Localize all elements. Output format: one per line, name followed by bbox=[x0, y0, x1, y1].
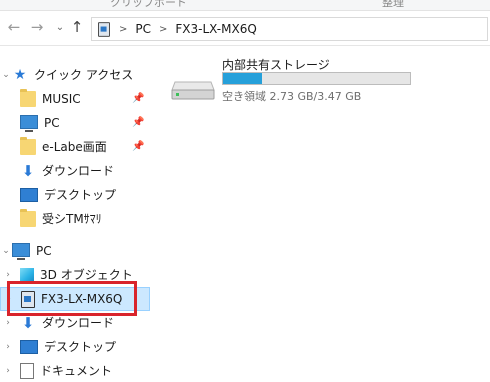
nav-item-label: 受シTMｻﾏﾘ bbox=[42, 212, 102, 226]
chevron-right-icon[interactable]: › bbox=[4, 342, 12, 352]
drive-free-space: 空き領域 2.73 GB/3.47 GB bbox=[222, 90, 362, 103]
nav-item-downloads-quick[interactable]: ⬇ ダウンロード bbox=[0, 159, 150, 182]
download-arrow-icon: ⬇ bbox=[21, 161, 35, 180]
breadcrumb-device[interactable]: FX3-LX-MX6Q bbox=[175, 22, 256, 36]
folder-icon bbox=[20, 88, 36, 107]
drive-usage-fill bbox=[223, 73, 263, 84]
nav-item-desktop-quick[interactable]: デスクトップ bbox=[0, 183, 150, 206]
address-bar[interactable]: > PC > FX3-LX-MX6Q bbox=[91, 17, 488, 41]
document-icon bbox=[20, 362, 34, 379]
device-icon bbox=[98, 21, 110, 37]
breadcrumb-separator-icon: > bbox=[159, 23, 168, 35]
nav-item-desktop-pc[interactable]: › デスクトップ bbox=[0, 335, 150, 358]
nav-item-label: MUSIC bbox=[42, 91, 81, 106]
nav-quick-access-label: クイック アクセス bbox=[34, 68, 134, 82]
chevron-right-icon[interactable]: › bbox=[4, 366, 12, 376]
nav-item-label: PC bbox=[44, 115, 60, 130]
breadcrumb-pc[interactable]: PC bbox=[135, 22, 151, 36]
chevron-down-icon[interactable]: ⌄ bbox=[2, 70, 10, 80]
recent-locations-chevron-icon[interactable]: ⌄ bbox=[51, 18, 69, 36]
nav-item-label: ドキュメント bbox=[40, 364, 113, 378]
ribbon-strip: クリップボード 整理 bbox=[0, 0, 490, 11]
annotation-highlight-box bbox=[7, 281, 137, 316]
chevron-right-icon[interactable]: › bbox=[4, 270, 12, 280]
nav-item-music[interactable]: MUSIC 📌 bbox=[0, 87, 150, 110]
nav-item-documents[interactable]: › ドキュメント bbox=[0, 359, 150, 382]
download-arrow-icon: ⬇ bbox=[21, 313, 35, 332]
hard-drive-icon bbox=[171, 81, 215, 100]
nav-item-label: ダウンロード bbox=[42, 316, 115, 330]
drive-name: 内部共有ストレージ bbox=[222, 58, 330, 72]
cube-icon bbox=[20, 267, 34, 282]
nav-quick-access[interactable]: ⌄ ★ クイック アクセス bbox=[0, 63, 150, 86]
drive-usage-bar bbox=[222, 72, 411, 85]
nav-item-label: e-Labe画面 bbox=[42, 140, 107, 154]
pin-icon[interactable]: 📌 bbox=[132, 93, 144, 104]
forward-arrow-icon[interactable]: → bbox=[28, 18, 46, 36]
ribbon-clipboard-label: クリップボード bbox=[110, 0, 187, 9]
nav-this-pc-label: PC bbox=[36, 243, 52, 258]
nav-item-elabe[interactable]: e-Labe画面 📌 bbox=[0, 135, 150, 158]
nav-item-label: デスクトップ bbox=[44, 188, 117, 202]
address-toolbar: ← → ⌄ ↑ > PC > FX3-LX-MX6Q bbox=[0, 11, 490, 46]
breadcrumb-separator-icon: > bbox=[119, 23, 128, 35]
navigation-pane: ⌄ ★ クイック アクセス MUSIC 📌 PC 📌 e-Labe画面 📌 ⬇ … bbox=[0, 46, 152, 379]
desktop-icon bbox=[20, 339, 38, 354]
nav-item-label: ダウンロード bbox=[42, 164, 115, 178]
ribbon-organize-label: 整理 bbox=[382, 0, 404, 9]
nav-item-tm-summary[interactable]: 受シTMｻﾏﾘ bbox=[0, 207, 150, 230]
pin-icon[interactable]: 📌 bbox=[132, 117, 144, 128]
monitor-icon bbox=[20, 114, 38, 132]
star-icon: ★ bbox=[13, 66, 27, 83]
back-arrow-icon[interactable]: ← bbox=[5, 18, 23, 36]
folder-icon bbox=[20, 208, 36, 227]
nav-item-pc-pinned[interactable]: PC 📌 bbox=[0, 111, 150, 134]
drive-tile[interactable]: 内部共有ストレージ 空き領域 2.73 GB/3.47 GB bbox=[165, 52, 415, 108]
nav-this-pc[interactable]: ⌄ PC bbox=[0, 239, 150, 262]
up-arrow-icon[interactable]: ↑ bbox=[68, 18, 86, 36]
pin-icon[interactable]: 📌 bbox=[132, 141, 144, 152]
chevron-right-icon[interactable]: › bbox=[4, 318, 12, 328]
nav-item-label: デスクトップ bbox=[44, 340, 117, 354]
folder-icon bbox=[20, 136, 36, 155]
chevron-down-icon[interactable]: ⌄ bbox=[2, 246, 10, 256]
desktop-icon bbox=[20, 187, 38, 202]
monitor-icon bbox=[12, 242, 30, 260]
